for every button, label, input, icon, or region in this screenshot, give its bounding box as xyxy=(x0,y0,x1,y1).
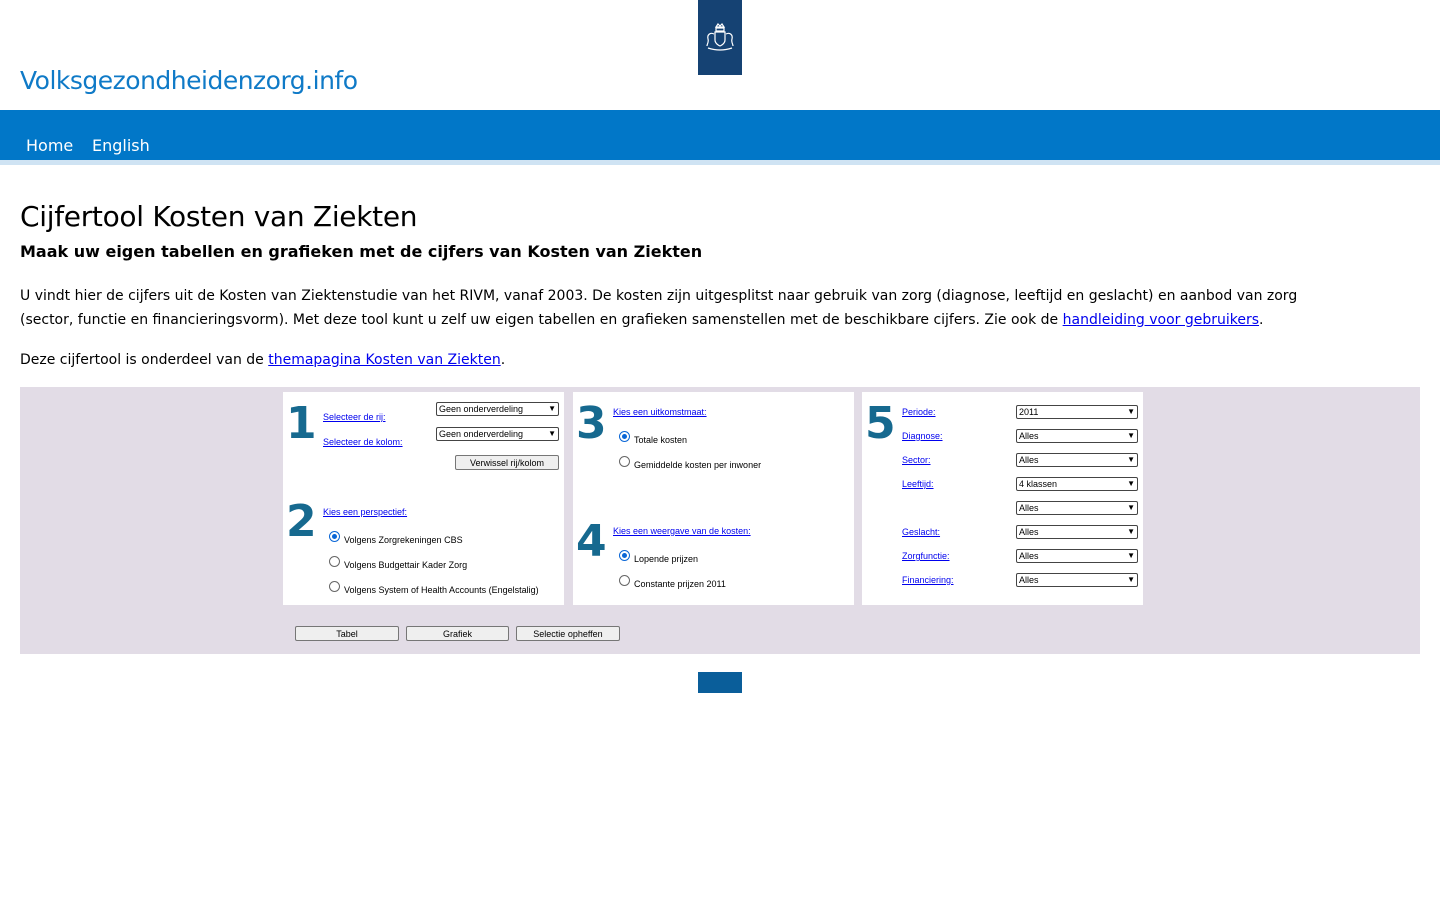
chevron-down-icon: ▼ xyxy=(1127,431,1135,440)
table-button[interactable]: Tabel xyxy=(295,626,399,641)
perspective-radio-cbs[interactable] xyxy=(329,531,340,542)
chevron-down-icon: ▼ xyxy=(1127,551,1135,560)
column-select-value: Geen onderverdeling xyxy=(439,429,524,439)
display-label-current-prices: Lopende prijzen xyxy=(634,554,699,564)
perspective-label-sha: Volgens System of Health Accounts (Engel… xyxy=(344,585,539,595)
filter-select-sector[interactable]: Alles ▼ xyxy=(1016,453,1138,467)
nav-item-english[interactable]: English xyxy=(92,136,150,155)
filter-value-leeftijd: 4 klassen xyxy=(1019,479,1058,489)
filter-select-diagnose[interactable]: Alles ▼ xyxy=(1016,429,1138,443)
column-select[interactable]: Geen onderverdeling ▼ xyxy=(436,427,559,441)
intro-end: . xyxy=(1259,312,1264,328)
filter-label-financiering[interactable]: Financiering: xyxy=(902,575,954,585)
rijksoverheid-crest-icon xyxy=(706,22,734,51)
measure-radio-per-capita[interactable] xyxy=(619,456,630,467)
row-select[interactable]: Geen onderverdeling ▼ xyxy=(436,402,559,416)
filter-label-geslacht[interactable]: Geslacht: xyxy=(902,527,940,537)
swap-row-column-button[interactable]: Verwissel rij/kolom xyxy=(455,455,559,470)
display-radio-current-prices[interactable] xyxy=(619,550,630,561)
display-radio-constant-prices[interactable] xyxy=(619,575,630,586)
display-label[interactable]: Kies een weergave van de kosten: xyxy=(613,526,751,536)
display-label-constant-prices: Constante prijzen 2011 xyxy=(634,579,726,589)
chevron-down-icon: ▼ xyxy=(1127,575,1135,584)
perspective-label-cbs: Volgens Zorgrekeningen CBS xyxy=(344,535,463,545)
perspective-label-bkz: Volgens Budgettair Kader Zorg xyxy=(344,560,468,570)
filter-select-leeftijd-class[interactable]: Alles ▼ xyxy=(1016,501,1138,515)
theme-paragraph: Deze cijfertool is onderdeel van de them… xyxy=(20,348,505,372)
perspective-radio-sha[interactable] xyxy=(329,581,340,592)
filter-value-zorgfunctie: Alles xyxy=(1019,551,1039,561)
page-subtitle: Maak uw eigen tabellen en grafieken met … xyxy=(20,242,703,261)
chevron-down-icon: ▼ xyxy=(1127,455,1135,464)
site-title[interactable]: Volksgezondheidenzorg.info xyxy=(20,66,358,95)
nav-stripe xyxy=(0,160,1440,165)
filter-value-leeftijd-class: Alles xyxy=(1019,503,1039,513)
filter-select-geslacht[interactable]: Alles ▼ xyxy=(1016,525,1138,539)
reset-selection-button[interactable]: Selectie opheffen xyxy=(516,626,620,641)
perspective-radio-bkz[interactable] xyxy=(329,556,340,567)
theme-page-link[interactable]: themapagina Kosten van Ziekten xyxy=(268,352,500,368)
filter-value-periode: 2011 xyxy=(1019,407,1039,417)
main-nav xyxy=(0,110,1440,160)
filter-select-leeftijd[interactable]: 4 klassen ▼ xyxy=(1016,477,1138,491)
theme-text: Deze cijfertool is onderdeel van de xyxy=(20,352,269,368)
filter-value-diagnose: Alles xyxy=(1019,431,1039,441)
nav-item-home[interactable]: Home xyxy=(26,136,73,155)
filter-label-zorgfunctie[interactable]: Zorgfunctie: xyxy=(902,551,950,561)
measure-radio-total[interactable] xyxy=(619,431,630,442)
rijksoverheid-logo xyxy=(698,0,742,75)
panel-row-column: 1 Selecteer de rij: Geen onderverdeling ▼… xyxy=(283,392,564,605)
filter-select-periode[interactable]: 2011 ▼ xyxy=(1016,405,1138,419)
chevron-down-icon: ▼ xyxy=(1127,527,1135,536)
step-number-3: 3 xyxy=(576,398,607,449)
filter-value-financiering: Alles xyxy=(1019,575,1039,585)
footer-logo-block xyxy=(698,672,742,693)
user-manual-link[interactable]: handleiding voor gebruikers xyxy=(1063,312,1259,328)
filter-value-sector: Alles xyxy=(1019,455,1039,465)
measure-label-per-capita: Gemiddelde kosten per inwoner xyxy=(634,460,762,470)
step-number-1: 1 xyxy=(286,398,317,449)
page-title: Cijfertool Kosten van Ziekten xyxy=(20,200,418,233)
row-select-label[interactable]: Selecteer de rij: xyxy=(323,412,386,422)
row-select-value: Geen onderverdeling xyxy=(439,404,524,414)
measure-label-total: Totale kosten xyxy=(634,435,688,445)
measure-label[interactable]: Kies een uitkomstmaat: xyxy=(613,407,707,417)
perspective-label[interactable]: Kies een perspectief: xyxy=(323,507,407,517)
panel-filters: 5 Periode: 2011 ▼ Diagnose: Alles ▼ Sector… xyxy=(862,392,1143,605)
filter-select-financiering[interactable]: Alles ▼ xyxy=(1016,573,1138,587)
chevron-down-icon: ▼ xyxy=(1127,479,1135,488)
panel-measure-display: 3 Kies een uitkomstmaat: Totale kosten G… xyxy=(573,392,854,605)
filter-select-zorgfunctie[interactable]: Alles ▼ xyxy=(1016,549,1138,563)
chart-button[interactable]: Grafiek xyxy=(406,626,509,641)
theme-end: . xyxy=(500,352,506,368)
cijfertool-form: 1 Selecteer de rij: Geen onderverdeling ▼… xyxy=(20,387,1420,654)
filter-label-sector[interactable]: Sector: xyxy=(902,455,931,465)
chevron-down-icon: ▼ xyxy=(1127,407,1135,416)
filter-label-diagnose[interactable]: Diagnose: xyxy=(902,431,943,441)
chevron-down-icon: ▼ xyxy=(548,404,556,413)
step-number-2: 2 xyxy=(286,496,317,547)
filter-label-periode[interactable]: Periode: xyxy=(902,407,936,417)
intro-paragraph: U vindt hier de cijfers uit de Kosten va… xyxy=(20,284,1350,332)
filter-value-geslacht: Alles xyxy=(1019,527,1039,537)
chevron-down-icon: ▼ xyxy=(1127,503,1135,512)
step-number-4: 4 xyxy=(576,516,607,567)
step-number-5: 5 xyxy=(865,398,896,449)
filter-label-leeftijd[interactable]: Leeftijd: xyxy=(902,479,934,489)
chevron-down-icon: ▼ xyxy=(548,429,556,438)
column-select-label[interactable]: Selecteer de kolom: xyxy=(323,437,403,447)
